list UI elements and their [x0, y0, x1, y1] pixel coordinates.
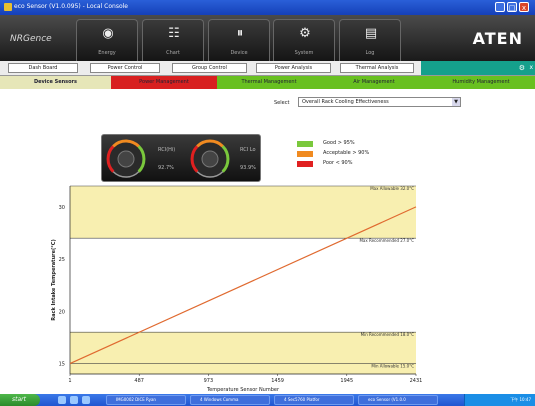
y-tick-label: 15 — [59, 362, 65, 368]
quicklaunch-icon[interactable] — [70, 396, 78, 404]
y-tick-label: 20 — [59, 309, 65, 315]
threshold-label: Max Allowable 32.0°C — [370, 186, 414, 191]
taskbar-item[interactable]: eco Sensor (V1.0.0 — [358, 395, 438, 405]
y-axis-label: Rack Intake Temperature(°C) — [51, 239, 57, 320]
taskbar-item[interactable]: 4 Sec5760 Platfor — [274, 395, 354, 405]
threshold-band — [70, 332, 416, 374]
taskbar-item[interactable]: IMG0002 DICE Ryan — [106, 395, 186, 405]
x-tick-label: 487 — [134, 378, 144, 384]
temperature-chart: Max Allowable 32.0°C Max Recommended 27.0… — [51, 185, 423, 393]
x-tick-label: 973 — [204, 378, 214, 384]
clock: 下午 10:47 — [510, 397, 531, 402]
x-tick-label: 1459 — [271, 378, 284, 384]
quicklaunch-icon[interactable] — [82, 396, 90, 404]
x-tick-label: 2431 — [410, 378, 423, 384]
threshold-label: Max Recommended 27.0°C — [359, 238, 414, 243]
y-tick-label: 25 — [59, 257, 65, 263]
start-button[interactable]: start — [0, 394, 40, 406]
threshold-label: Min Recommended 18.0°C — [361, 332, 415, 337]
system-tray: 下午 10:47 — [464, 394, 535, 406]
quicklaunch-icon[interactable] — [58, 396, 66, 404]
x-tick-label: 1945 — [340, 378, 353, 384]
taskbar: start IMG0002 DICE Ryan 4 Windows Comma … — [0, 394, 535, 406]
taskbar-item[interactable]: 4 Windows Comma — [190, 395, 270, 405]
x-axis-label: Temperature Sensor Number — [206, 387, 280, 393]
x-tick-label: 1 — [68, 378, 71, 384]
y-tick-label: 30 — [59, 205, 65, 211]
threshold-label: Min Allowable 15.0°C — [371, 364, 414, 369]
